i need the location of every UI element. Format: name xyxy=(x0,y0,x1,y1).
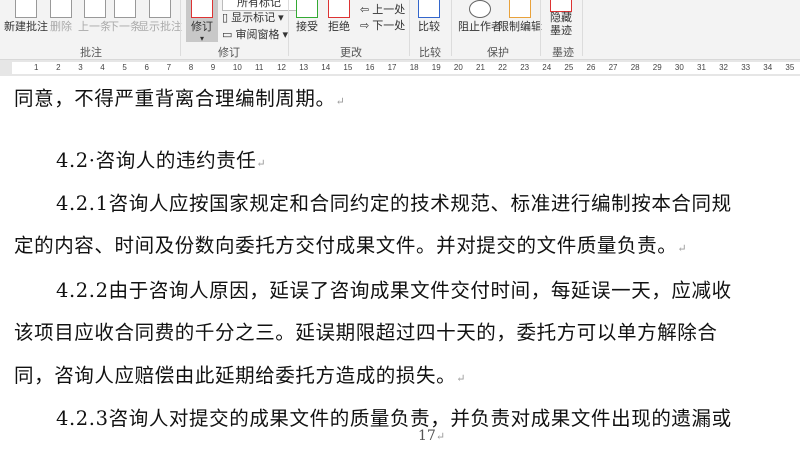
doc-line: 4.2.1咨询人应按国家规定和合同约定的技术规范、标准进行编制按本合同规 xyxy=(56,192,732,215)
ruler-tick: 27 xyxy=(608,63,618,72)
prev-comment-button[interactable]: 上一条 xyxy=(78,0,111,34)
next-comment-button[interactable]: 下一条 xyxy=(108,0,141,34)
comment-icon xyxy=(15,0,37,18)
ruler-tick: 15 xyxy=(343,63,353,72)
show-markup-button[interactable]: ▯ 显示标记 ▾ xyxy=(222,9,284,25)
restrict-editing-button[interactable]: 限制编辑 xyxy=(498,0,542,34)
ruler-tick: 12 xyxy=(277,63,286,72)
ruler-tick: 24 xyxy=(542,63,552,72)
ruler-tick: 21 xyxy=(476,63,485,72)
ruler-tick: 13 xyxy=(299,63,309,72)
reject-icon xyxy=(328,0,350,18)
accept-button[interactable]: 接受 xyxy=(296,0,318,34)
ruler-tick: 31 xyxy=(697,63,706,72)
ruler-tick: 14 xyxy=(321,63,331,72)
delete-comment-button[interactable]: 删除 xyxy=(50,0,72,34)
ruler-tick: 11 xyxy=(255,63,264,72)
ruler-tick: 6 xyxy=(144,63,149,72)
ruler-tick: 20 xyxy=(453,63,463,72)
group-compare: 比较 xyxy=(419,47,441,59)
ruler-tick: 32 xyxy=(719,63,728,72)
ruler-tick: 5 xyxy=(122,63,127,72)
review-pane-button[interactable]: ▭ 审阅窗格 ▾ xyxy=(222,26,288,42)
ribbon: 新建批注 删除 上一条 下一条 显示批注 批注 修订 ▾ 所有标记 ▯ 显示标记 … xyxy=(0,0,800,60)
new-comment-button[interactable]: 新建批注 xyxy=(4,0,48,34)
ruler-tick: 33 xyxy=(741,63,751,72)
group-protect: 保护 xyxy=(487,47,509,59)
ruler-tick: 10 xyxy=(232,63,242,72)
ruler-tick: 2 xyxy=(56,63,61,72)
ink-icon xyxy=(550,0,572,12)
accept-icon xyxy=(296,0,318,18)
page-number: 17↵ xyxy=(418,428,446,444)
ruler-tick: 25 xyxy=(564,63,574,72)
track-changes-button[interactable]: 修订 ▾ xyxy=(186,0,218,43)
lock-icon xyxy=(509,0,531,18)
hide-ink-button[interactable]: 隐藏 墨迹 xyxy=(550,0,572,38)
document-page[interactable]: 同意，不得严重背离合理编制周期。↵ 4.2·咨询人的违约责任↵ 4.2.1咨询人… xyxy=(0,76,800,473)
doc-line: 4.2.2由于咨询人原因，延误了咨询成果文件交付时间，每延误一天，应减收 xyxy=(56,279,732,302)
ruler-tick: 26 xyxy=(586,63,596,72)
doc-line: 同意，不得严重背离合理编制周期。↵ xyxy=(14,87,346,110)
show-comments-button[interactable]: 显示批注 xyxy=(138,0,182,34)
next-comment-icon xyxy=(113,0,136,18)
next-change-button[interactable]: ⇨ 下一处 xyxy=(360,17,405,33)
ruler-tick: 18 xyxy=(409,63,419,72)
ruler-tick: 16 xyxy=(365,63,375,72)
ruler-tick: 35 xyxy=(785,63,795,72)
ruler-tick: 28 xyxy=(630,63,640,72)
block-authors-icon xyxy=(469,0,491,18)
group-changes: 更改 xyxy=(340,47,362,59)
doc-line: 定的内容、时间及份数向委托方交付成果文件。并对提交的文件质量负责。↵ xyxy=(14,234,688,257)
delete-comment-icon xyxy=(50,0,72,18)
ruler-tick: 9 xyxy=(210,63,216,72)
ruler-tick: 17 xyxy=(387,63,397,72)
ruler-tick: 30 xyxy=(674,63,684,72)
block-authors-button[interactable]: 阻止作者 xyxy=(458,0,502,34)
horizontal-ruler[interactable]: 1 2 3 4 5 6 7 8 9 10 11 12 13 14 15 16 17 18 19 20 21 22 23 24 2… xyxy=(0,60,800,76)
doc-line: 4.2.3咨询人对提交的成果文件的质量负责，并负责对成果文件出现的遗漏或 xyxy=(56,407,732,430)
ruler-tick: 1 xyxy=(34,63,39,72)
group-ink: 墨迹 xyxy=(552,47,574,59)
group-tracking: 修订 xyxy=(218,47,240,59)
ruler-tick: 3 xyxy=(78,63,83,72)
ruler-tick: 23 xyxy=(520,63,530,72)
ruler-tick: 8 xyxy=(188,63,194,72)
doc-line: 该项目应收合同费的千分之三。延误期限超过四十天的，委托方可以单方解除合 xyxy=(14,321,718,344)
ruler-tick: 19 xyxy=(431,63,441,72)
track-changes-icon xyxy=(191,0,213,18)
prev-change-button[interactable]: ⇦ 上一处 xyxy=(360,1,405,17)
section-heading: 4.2·咨询人的违约责任↵ xyxy=(56,149,267,172)
ruler-tick: 7 xyxy=(166,63,172,72)
compare-button[interactable]: 比较 xyxy=(418,0,440,34)
reject-button[interactable]: 拒绝 xyxy=(328,0,350,34)
ruler-tick: 34 xyxy=(763,63,773,72)
show-comments-icon xyxy=(149,0,171,18)
ruler-tick: 22 xyxy=(498,63,507,72)
ruler-tick: 4 xyxy=(100,63,105,72)
doc-line: 同，咨询人应赔偿由此延期给委托方造成的损失。↵ xyxy=(14,364,467,387)
group-comments: 批注 xyxy=(80,47,102,59)
ruler-tick: 29 xyxy=(652,63,662,72)
prev-comment-icon xyxy=(83,0,106,18)
compare-icon xyxy=(418,0,440,18)
